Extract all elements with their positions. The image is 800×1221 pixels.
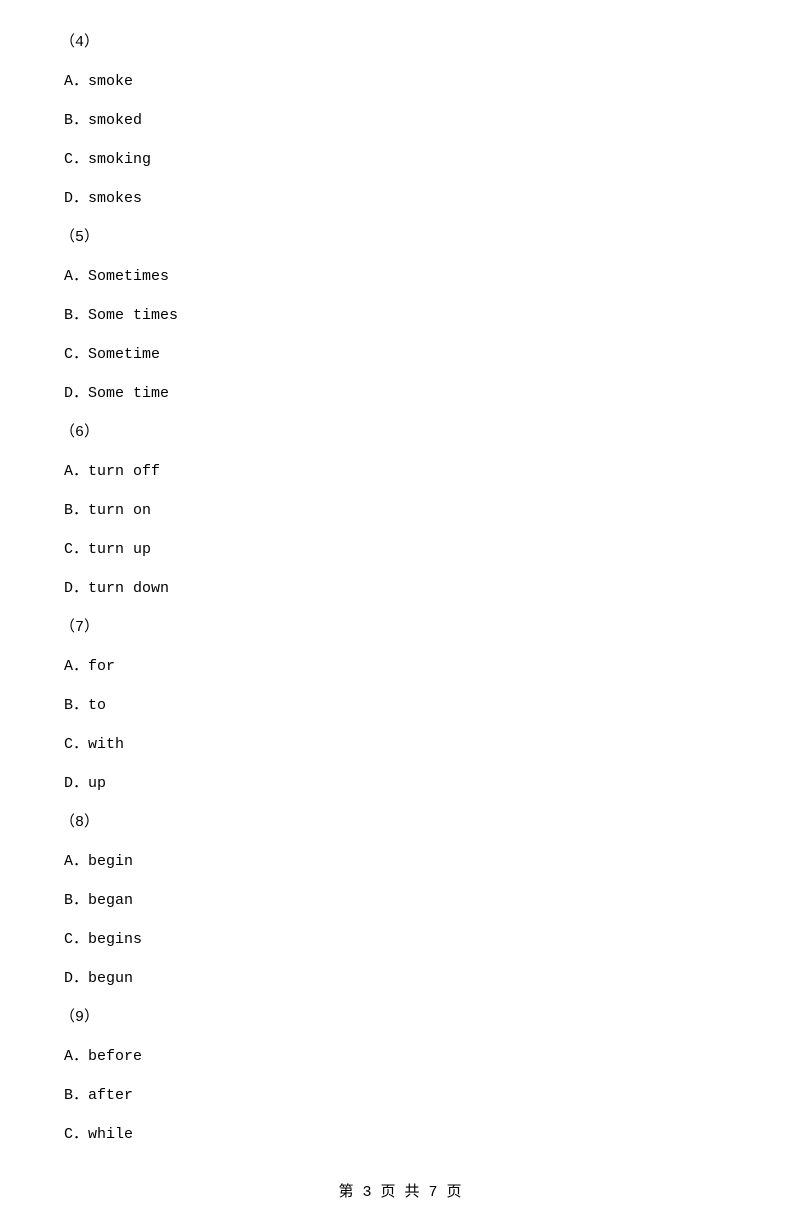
option-q7d: D．up [60,771,740,792]
option-q8b: B．began [60,888,740,909]
option-q4d: D．smokes [60,186,740,207]
page-footer: 第 3 页 共 7 页 [0,1180,800,1201]
question-number-q6: （6） [60,420,740,441]
question-number-q8: （8） [60,810,740,831]
option-q7a: A．for [60,654,740,675]
footer-text: 第 3 页 共 7 页 [338,1184,461,1201]
option-q9b: B．after [60,1083,740,1104]
page-content: （4） A．smoke B．smoked C．smoking D．smokes （5） A．… [0,0,800,1221]
option-q9c: C．while [60,1122,740,1143]
option-q8d: D．begun [60,966,740,987]
option-q7b: B．to [60,693,740,714]
question-number-q4: （4） [60,30,740,51]
option-q4c: C．smoking [60,147,740,168]
option-q8a: A．begin [60,849,740,870]
option-q7c: C．with [60,732,740,753]
question-number-q7: （7） [60,615,740,636]
option-q6c: C．turn up [60,537,740,558]
option-q4b: B．smoked [60,108,740,129]
option-q5d: D．Some time [60,381,740,402]
question-number-q9: （9） [60,1005,740,1026]
option-q5c: C．Sometime [60,342,740,363]
option-q9a: A．before [60,1044,740,1065]
option-q4a: A．smoke [60,69,740,90]
question-number-q5: （5） [60,225,740,246]
option-q6b: B．turn on [60,498,740,519]
option-q5b: B．Some times [60,303,740,324]
option-q8c: C．begins [60,927,740,948]
option-q5a: A．Sometimes [60,264,740,285]
option-q6d: D．turn down [60,576,740,597]
option-q6a: A．turn off [60,459,740,480]
